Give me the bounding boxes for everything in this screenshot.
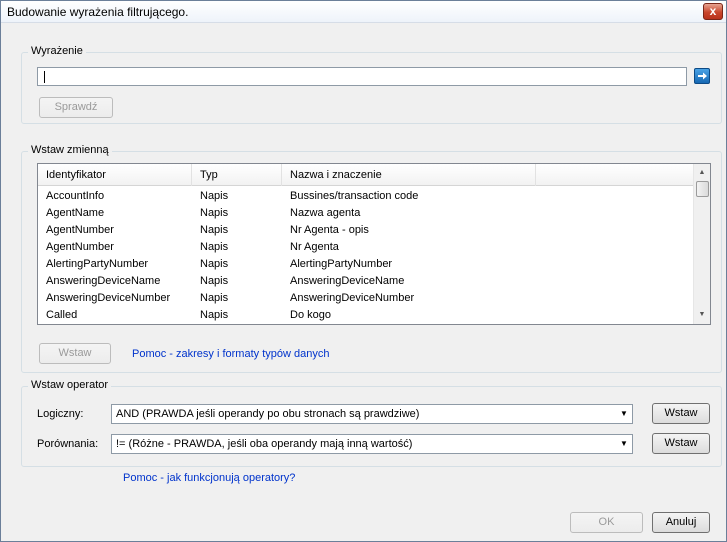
arrow-right-icon <box>698 72 707 80</box>
insert-logical-operator-button[interactable]: Wstaw <box>652 403 710 424</box>
cell-name: AlertingPartyNumber <box>290 258 393 270</box>
logical-operator-value: AND (PRAWDA jeśli operandy po obu strona… <box>116 408 420 420</box>
table-row[interactable]: AnsweringDeviceNumber Napis AnsweringDevic… <box>38 290 694 307</box>
data-types-help-link[interactable]: Pomoc - zakresy i formaty typów danych <box>132 348 329 360</box>
cell-name: Bussines/transaction code <box>290 190 419 202</box>
text-caret <box>44 71 45 83</box>
cell-identifier: CalledParty <box>46 324 103 325</box>
cell-type: Napis <box>200 190 229 202</box>
cell-name: Do kogo numer <box>290 324 365 325</box>
cell-type: Napis <box>200 275 229 287</box>
operator-group-label: Wstaw operator <box>28 379 112 391</box>
comparison-operator-value: != (Różne - PRAWDA, jeśli oba operandy m… <box>116 438 413 450</box>
cell-identifier: AgentNumber <box>46 224 114 236</box>
insert-variable-button[interactable]: Wstaw <box>39 343 111 364</box>
operators-help-link[interactable]: Pomoc - jak funkcjonują operatory? <box>123 472 295 484</box>
cell-name: AnsweringDeviceNumber <box>290 292 415 304</box>
scroll-up-icon[interactable]: ▲ <box>694 165 710 181</box>
table-row[interactable]: AnsweringDeviceName Napis AnsweringDeviceN… <box>38 273 694 290</box>
column-header-type[interactable]: Typ <box>192 164 282 186</box>
table-row[interactable]: AccountInfo Napis Bussines/transaction cod… <box>38 188 694 205</box>
logical-label: Logiczny: <box>37 408 84 420</box>
comparison-label: Porównania: <box>37 438 99 450</box>
chevron-down-icon: ▼ <box>620 439 628 448</box>
cell-type: Napis <box>200 292 229 304</box>
ok-button[interactable]: OK <box>570 512 643 533</box>
table-row[interactable]: CalledParty Napis Do kogo numer <box>38 324 694 325</box>
cell-name: Nazwa agenta <box>290 207 361 219</box>
filter-expression-dialog: Budowanie wyrażenia filtrującego. x Wyra… <box>0 0 727 542</box>
cell-name: Nr Agenta - opis <box>290 224 369 236</box>
cell-name: Do kogo <box>290 309 331 321</box>
expression-input[interactable] <box>37 67 687 86</box>
cell-identifier: AnsweringDeviceNumber <box>46 292 171 304</box>
cell-type: Napis <box>200 309 229 321</box>
expression-group-label: Wyrażenie <box>28 45 86 57</box>
cell-type: Napis <box>200 324 228 325</box>
insert-comparison-operator-button[interactable]: Wstaw <box>652 433 710 454</box>
table-row[interactable]: AgentNumber Napis Nr Agenta - opis <box>38 222 694 239</box>
check-button[interactable]: Sprawdź <box>39 97 113 118</box>
expression-group: Wyrażenie <box>21 45 722 124</box>
cell-identifier: AlertingPartyNumber <box>46 258 149 270</box>
column-header-name[interactable]: Nazwa i znaczenie <box>282 164 536 186</box>
scroll-down-icon[interactable]: ▼ <box>694 307 710 323</box>
list-header: Identyfikator Typ Nazwa i znaczenie <box>38 164 694 186</box>
cell-identifier: AgentName <box>46 207 105 219</box>
dialog-title: Budowanie wyrażenia filtrującego. <box>7 5 189 19</box>
cell-name: Nr Agenta <box>290 241 339 253</box>
column-header-identifier[interactable]: Identyfikator <box>38 164 192 186</box>
cell-identifier: Called <box>46 309 78 321</box>
cell-name: AnsweringDeviceName <box>290 275 405 287</box>
variable-group-label: Wstaw zmienną <box>28 144 112 156</box>
close-button[interactable]: x <box>703 3 723 20</box>
table-row[interactable]: Called Napis Do kogo <box>38 307 694 324</box>
operator-group: Wstaw operator <box>21 379 722 467</box>
cell-identifier: AccountInfo <box>46 190 105 202</box>
table-row[interactable]: AgentName Napis Nazwa agenta <box>38 205 694 222</box>
column-header-extra <box>536 164 694 186</box>
list-rows: AccountInfo Napis Bussines/transaction cod… <box>38 188 694 325</box>
table-row[interactable]: AgentNumber Napis Nr Agenta <box>38 239 694 256</box>
cell-type: Napis <box>200 258 229 270</box>
cell-type: Napis <box>200 241 229 253</box>
logical-operator-select[interactable]: AND (PRAWDA jeśli operandy po obu strona… <box>111 404 633 424</box>
cell-type: Napis <box>200 224 229 236</box>
vertical-scrollbar[interactable]: ▲ ▼ <box>693 164 710 324</box>
insert-arrow-button[interactable] <box>694 68 710 84</box>
comparison-operator-select[interactable]: != (Różne - PRAWDA, jeśli oba operandy m… <box>111 434 633 454</box>
variable-list[interactable]: Identyfikator Typ Nazwa i znaczenie Acco… <box>37 163 711 325</box>
cell-type: Napis <box>200 207 229 219</box>
cancel-button[interactable]: Anuluj <box>652 512 710 533</box>
cell-identifier: AnsweringDeviceName <box>46 275 161 287</box>
scroll-thumb[interactable] <box>696 181 709 197</box>
cell-identifier: AgentNumber <box>46 241 114 253</box>
title-bar: Budowanie wyrażenia filtrującego. x <box>1 1 726 23</box>
chevron-down-icon: ▼ <box>620 409 628 418</box>
table-row[interactable]: AlertingPartyNumber Napis AlertingPartyNum… <box>38 256 694 273</box>
